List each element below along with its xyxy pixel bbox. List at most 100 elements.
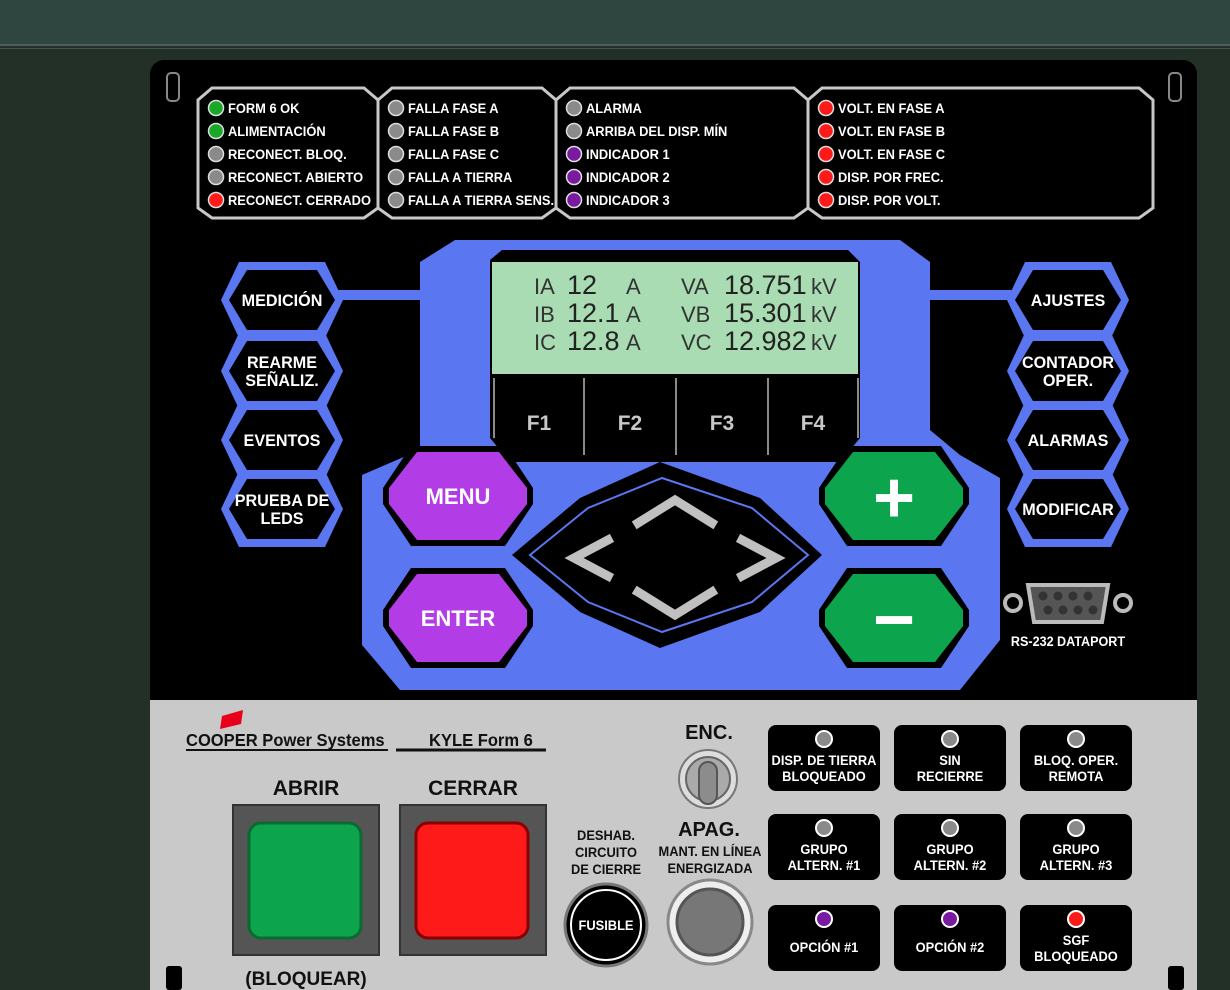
abrir-button[interactable] [232, 804, 380, 956]
option-label: GRUPO [926, 842, 973, 858]
option-label: DISP. DE TIERRA [772, 753, 877, 769]
toggle-on-label: ENC. [685, 722, 733, 744]
option-button-8[interactable]: SGFBLOQUEADO [1020, 905, 1132, 971]
dataport-label: RS-232 DATAPORT [1011, 633, 1125, 649]
option-label: OPCIÓN #2 [916, 940, 985, 956]
menu-button[interactable]: MENU [383, 446, 533, 546]
button-label: ALARMAS [1028, 431, 1109, 450]
option-label: GRUPO [1052, 842, 1099, 858]
led-label: RECONECT. BLOQ. [228, 147, 347, 163]
status-led [387, 145, 405, 163]
lcd-current-unit: A [626, 274, 641, 299]
option-button-0[interactable]: DISP. DE TIERRABLOQUEADO [768, 725, 880, 791]
option-label: SIN [939, 753, 960, 769]
left-button-0[interactable]: MEDICIÓN [221, 262, 343, 338]
lcd-current-label: IC [534, 330, 556, 355]
option-button-2[interactable]: BLOQ. OPER.REMOTA [1020, 725, 1132, 791]
port-pin [1073, 605, 1083, 615]
lcd-voltage-label: VC [681, 330, 712, 355]
option-led [815, 910, 833, 928]
button-face [247, 821, 363, 940]
right-button-3[interactable]: MODIFICAR [1007, 471, 1129, 547]
port-body [1025, 583, 1111, 624]
left-button-1[interactable]: REARMESEÑALIZ. [221, 333, 343, 409]
button-label: AJUSTES [1031, 291, 1105, 310]
lcd-voltage-value: 18.751 [724, 270, 807, 300]
abrir-sub-label: (BLOQUEAR) [245, 969, 366, 990]
led-label: FORM 6 OK [228, 101, 300, 117]
button-label: − [873, 580, 915, 660]
port-pin [1043, 605, 1053, 615]
option-button-1[interactable]: SINRECIERRE [894, 725, 1006, 791]
option-button-5[interactable]: GRUPOALTERN. #3 [1020, 814, 1132, 880]
status-led [207, 191, 225, 209]
button-label: ENTER [421, 606, 496, 631]
option-led [1067, 730, 1085, 748]
option-button-4[interactable]: GRUPOALTERN. #2 [894, 814, 1006, 880]
status-led [565, 191, 583, 209]
mount-slot [166, 966, 182, 990]
right-button-0[interactable]: AJUSTES [1007, 262, 1129, 338]
option-label: SGF [1063, 933, 1089, 949]
option-led [941, 730, 959, 748]
minus-button[interactable]: − [819, 568, 969, 668]
button-face [414, 821, 530, 940]
lcd-voltage-label: VB [681, 302, 710, 327]
hotline-button[interactable] [666, 878, 754, 966]
status-led [817, 168, 835, 186]
left-button-2[interactable]: EVENTOS [221, 402, 343, 478]
option-label: RECIERRE [917, 769, 984, 785]
lcd-current-value: 12.8 [567, 326, 620, 356]
power-toggle-switch[interactable] [678, 749, 738, 809]
lcd-current-label: IA [534, 274, 555, 299]
button-label: PRUEBA DE [235, 491, 330, 510]
option-button-3[interactable]: GRUPOALTERN. #1 [768, 814, 880, 880]
led-label: FALLA FASE C [408, 147, 499, 163]
port-screw [1003, 593, 1023, 613]
port-pin [1068, 591, 1078, 601]
port-pin [1058, 605, 1068, 615]
status-led [387, 168, 405, 186]
status-led [387, 99, 405, 117]
lcd-voltage-label: VA [681, 274, 709, 299]
right-button-1[interactable]: CONTADOROPER. [1007, 333, 1129, 409]
led-label: FALLA A TIERRA SENS. [408, 193, 554, 209]
status-led [565, 145, 583, 163]
led-label: RECONECT. CERRADO [228, 193, 371, 209]
right-button-2[interactable]: ALARMAS [1007, 402, 1129, 478]
abrir-label: ABRIR [273, 777, 340, 800]
button-label: + [873, 458, 915, 538]
option-button-6[interactable]: OPCIÓN #1 [768, 905, 880, 971]
button-label: SEÑALIZ. [245, 370, 319, 391]
lcd-voltage-unit: kV [811, 302, 837, 327]
led-label: ALIMENTACIÓN [228, 124, 326, 140]
option-led [815, 730, 833, 748]
left-button-3[interactable]: PRUEBA DELEDS [221, 471, 343, 547]
enter-button[interactable]: ENTER [383, 568, 533, 668]
lcd-current-value: 12.1 [567, 298, 620, 328]
option-button-7[interactable]: OPCIÓN #2 [894, 905, 1006, 971]
option-label: BLOQ. OPER. [1034, 753, 1118, 769]
lcd-voltage-unit: kV [811, 274, 837, 299]
status-led [817, 99, 835, 117]
led-label: ARRIBA DEL DISP. MÍN [586, 124, 727, 140]
button-label: REARME [247, 353, 317, 372]
fkey-label: F2 [618, 412, 643, 435]
option-label: BLOQUEADO [1034, 949, 1118, 965]
option-led [941, 910, 959, 928]
cerrar-button[interactable] [399, 804, 547, 956]
led-label: RECONECT. ABIERTO [228, 170, 363, 186]
port-pin [1053, 591, 1063, 601]
fkey-label: F4 [801, 412, 826, 435]
port-pin [1083, 591, 1093, 601]
panel-drawing: FORM 6 OK ALIMENTACIÓN RECONECT. BLOQ. RECO… [166, 86, 1184, 990]
option-label: GRUPO [800, 842, 847, 858]
plus-button[interactable]: + [819, 446, 969, 546]
fuse-caption: DESHAB. [577, 828, 635, 844]
option-label: REMOTA [1049, 769, 1104, 785]
status-led [387, 191, 405, 209]
status-led [207, 168, 225, 186]
model-name: KYLE Form 6 [429, 729, 533, 750]
port-pin [1088, 605, 1098, 615]
fuse-label: FUSIBLE [578, 918, 633, 934]
